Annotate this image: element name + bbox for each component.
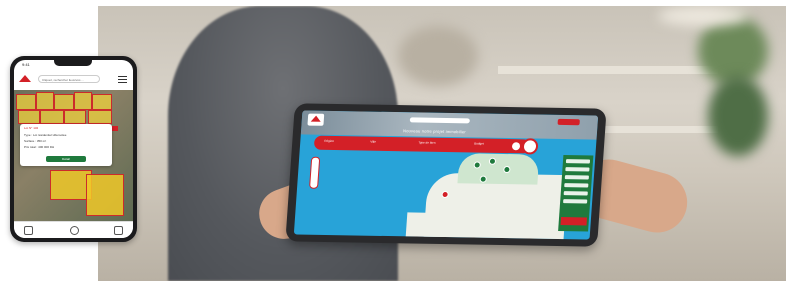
phone-device: 9:41 Cliquez, rechercher lieux/vos ... L… <box>10 56 137 242</box>
panel-item[interactable] <box>564 183 589 188</box>
panel-item[interactable] <box>563 191 588 196</box>
menu-icon[interactable] <box>118 76 127 83</box>
brand-logo-icon <box>18 73 32 87</box>
phone-bottom-bar <box>14 221 133 238</box>
parcel[interactable] <box>92 94 112 110</box>
parcel[interactable] <box>54 94 74 110</box>
filter-bar: Région Ville Type de bien Budget <box>313 135 531 154</box>
shelf <box>498 66 718 74</box>
brand-logo-icon <box>307 113 325 126</box>
status-time: 9:41 <box>22 62 30 67</box>
zoom-control[interactable] <box>309 156 321 189</box>
card-line: Type : Lot résidentiel villa isolée <box>24 133 67 137</box>
parcel-info-card: Lot N° 132 Type : Lot résidentiel villa … <box>20 124 112 166</box>
tablet-search-bar[interactable] <box>409 117 470 124</box>
plant <box>708 76 768 156</box>
tab-ville[interactable]: Ville <box>370 140 376 144</box>
tablet-screen: Nouveau notre projet immobilier Région V… <box>293 110 599 240</box>
tabs-icon[interactable] <box>114 226 123 235</box>
phone-header: Cliquez, rechercher lieux/vos ... <box>14 70 133 90</box>
card-line: Surface : 350 m² <box>24 139 47 143</box>
detail-button[interactable]: Détail <box>46 156 86 162</box>
map-land <box>405 212 448 240</box>
search-input[interactable]: Cliquez, rechercher lieux/vos ... <box>38 75 100 83</box>
side-panel <box>558 155 594 232</box>
wall-decor <box>398 26 478 86</box>
panel-item[interactable] <box>564 175 589 180</box>
tablet-title: Nouveau notre projet immobilier <box>402 128 467 135</box>
panel-item[interactable] <box>565 159 591 164</box>
login-button[interactable] <box>557 118 580 126</box>
tablet-device: Nouveau notre projet immobilier Région V… <box>285 103 607 247</box>
card-header: Lot N° 132 <box>24 126 39 130</box>
card-line: Prix total : 400 000 DH <box>24 145 55 149</box>
parcel[interactable] <box>64 110 86 124</box>
location-icon[interactable] <box>521 138 539 155</box>
refresh-icon[interactable] <box>70 226 79 235</box>
map-region-highlight <box>457 153 540 185</box>
parcel[interactable] <box>16 94 36 110</box>
phone-screen: 9:41 Cliquez, rechercher lieux/vos ... L… <box>14 60 133 238</box>
panel-action-button[interactable] <box>560 217 588 226</box>
parcel[interactable] <box>86 174 124 216</box>
back-icon[interactable] <box>24 226 33 235</box>
parcel[interactable] <box>88 110 112 124</box>
tab-budget[interactable]: Budget <box>474 141 484 145</box>
panel-item[interactable] <box>563 199 588 204</box>
parcel[interactable] <box>18 110 40 124</box>
parcel[interactable] <box>40 110 64 124</box>
panel-item[interactable] <box>565 167 590 172</box>
lamp <box>658 6 748 26</box>
tab-region[interactable]: Région <box>324 139 334 143</box>
tab-type[interactable]: Type de bien <box>418 140 435 144</box>
parcel[interactable] <box>36 92 54 110</box>
phone-notch <box>54 60 92 66</box>
parcel[interactable] <box>74 92 92 110</box>
